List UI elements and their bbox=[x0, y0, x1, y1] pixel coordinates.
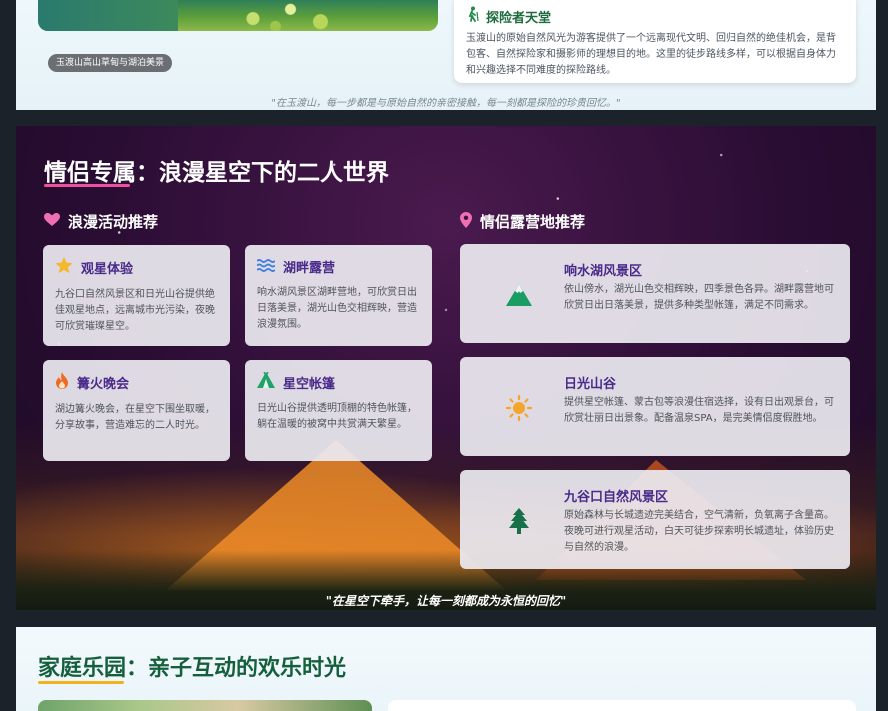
explorer-text: 玉渡山的原始自然风光为游客提供了一个远离现代文明、回归自然的绝佳机会，是背包客、… bbox=[466, 33, 836, 76]
meadow-lake-photo bbox=[38, 0, 438, 31]
location-pin-icon bbox=[460, 211, 472, 232]
activity-card-lakeside-camping[interactable]: 湖畔露营 响水湖风景区湖畔营地，可欣赏日出日落美景，湖光山色交相辉映，营造浪漫氛… bbox=[245, 245, 432, 346]
activities-heading-label: 浪漫活动推荐 bbox=[68, 213, 159, 231]
photo-caption: 玉渡山高山草甸与湖泊美景 bbox=[48, 54, 173, 72]
activity-text: 九谷口自然风景区和日光山谷提供绝佳观星地点，远离城市光污染，夜晚可欣赏璀璨星空。 bbox=[55, 289, 215, 332]
activity-text: 日光山谷提供透明顶棚的特色帐篷，躺在温暖的被窝中共赏满天繁星。 bbox=[257, 403, 417, 430]
adventure-quote: "在玉渡山，每一步都是与原始自然的亲密接触，每一刻都是探险的珍贵回忆。" bbox=[271, 98, 621, 109]
sun-icon bbox=[506, 395, 532, 421]
activity-title: 观星体验 bbox=[81, 262, 134, 277]
adventure-section: 玉渡山高山草甸与湖泊美景 探险者天堂 玉渡山的原始自然风光为游客提供了一个远离现… bbox=[16, 0, 876, 110]
activities-heading: 浪漫活动推荐 bbox=[44, 211, 158, 232]
waves-icon bbox=[256, 257, 276, 276]
activity-title: 篝火晚会 bbox=[77, 377, 130, 392]
campsite-card-jiugukou[interactable]: 九谷口自然风景区 原始森林与长城遗迹完美结合，空气清新，负氧离子含量高。夜晚可进… bbox=[460, 470, 850, 569]
family-section-title: 家庭乐园：亲子互动的欢乐时光 bbox=[38, 656, 347, 681]
explorer-header: 探险者天堂 bbox=[466, 6, 844, 26]
family-info-card bbox=[388, 700, 856, 711]
mountain-icon bbox=[506, 282, 532, 308]
campsite-title: 九谷口自然风景区 bbox=[564, 490, 669, 505]
activity-title: 湖畔露营 bbox=[283, 261, 336, 276]
activity-card-stargazing[interactable]: 观星体验 九谷口自然风景区和日光山谷提供绝佳观星地点，远离城市光污染，夜晚可欣赏… bbox=[43, 245, 230, 346]
title-underline bbox=[38, 681, 124, 684]
hiker-icon bbox=[466, 6, 480, 26]
activity-card-header: 篝火晚会 bbox=[55, 372, 218, 393]
campsites-heading-label: 情侣露营地推荐 bbox=[480, 213, 586, 231]
campsite-text: 原始森林与长城遗迹完美结合，空气清新，负氧离子含量高。夜晚可进行观星活动，白天可… bbox=[564, 510, 834, 553]
activity-card-header: 星空帐篷 bbox=[257, 371, 420, 392]
family-section: 家庭乐园：亲子互动的欢乐时光 bbox=[16, 627, 876, 711]
heart-icon bbox=[44, 212, 60, 231]
activity-card-campfire[interactable]: 篝火晚会 湖边篝火晚会，在星空下围坐取暖，分享故事，营造难忘的二人时光。 bbox=[43, 360, 230, 461]
campsites-heading: 情侣露营地推荐 bbox=[460, 211, 585, 232]
campsite-text: 依山傍水，湖光山色交相辉映，四季景色各异。湖畔露营地可欣赏日出日落美景，提供多种… bbox=[564, 284, 834, 311]
fire-icon bbox=[55, 372, 69, 393]
tree-icon bbox=[506, 508, 532, 534]
campsite-card-xiangshui-lake[interactable]: 响水湖风景区 依山傍水，湖光山色交相辉映，四季景色各异。湖畔露营地可欣赏日出日落… bbox=[460, 244, 850, 343]
tent-icon bbox=[257, 371, 275, 392]
activity-card-star-tent[interactable]: 星空帐篷 日光山谷提供透明顶棚的特色帐篷，躺在温暖的被窝中共赏满天繁星。 bbox=[245, 360, 432, 461]
activity-card-header: 观星体验 bbox=[55, 257, 218, 278]
activity-text: 湖边篝火晚会，在星空下围坐取暖，分享故事，营造难忘的二人时光。 bbox=[55, 404, 215, 431]
family-photo bbox=[38, 700, 372, 711]
activity-text: 响水湖风景区湖畔营地，可欣赏日出日落美景，湖光山色交相辉映，营造浪漫氛围。 bbox=[257, 287, 417, 330]
couple-section-title: 情侣专属：浪漫星空下的二人世界 bbox=[44, 160, 389, 186]
campsite-card-sunlight-valley[interactable]: 日光山谷 提供星空帐篷、蒙古包等浪漫住宿选择，设有日出观景台，可欣赏壮丽日出景象… bbox=[460, 357, 850, 456]
title-underline bbox=[44, 184, 130, 187]
explorer-card: 探险者天堂 玉渡山的原始自然风光为游客提供了一个远离现代文明、回归自然的绝佳机会… bbox=[454, 0, 856, 83]
campsite-title: 响水湖风景区 bbox=[564, 264, 643, 279]
star-icon bbox=[55, 257, 73, 278]
activity-card-header: 湖畔露营 bbox=[256, 257, 420, 276]
campsite-text: 提供星空帐篷、蒙古包等浪漫住宿选择，设有日出观景台，可欣赏壮丽日出景象。配备温泉… bbox=[564, 397, 834, 424]
couple-quote: "在星空下牵手，让每一刻都成为永恒的回忆" bbox=[325, 594, 567, 608]
couple-section: 情侣专属：浪漫星空下的二人世界 浪漫活动推荐 情侣露营地推荐 观星体验 九谷口自… bbox=[16, 126, 876, 610]
explorer-title: 探险者天堂 bbox=[486, 10, 552, 26]
campsite-title: 日光山谷 bbox=[564, 377, 617, 392]
activity-title: 星空帐篷 bbox=[283, 376, 336, 392]
